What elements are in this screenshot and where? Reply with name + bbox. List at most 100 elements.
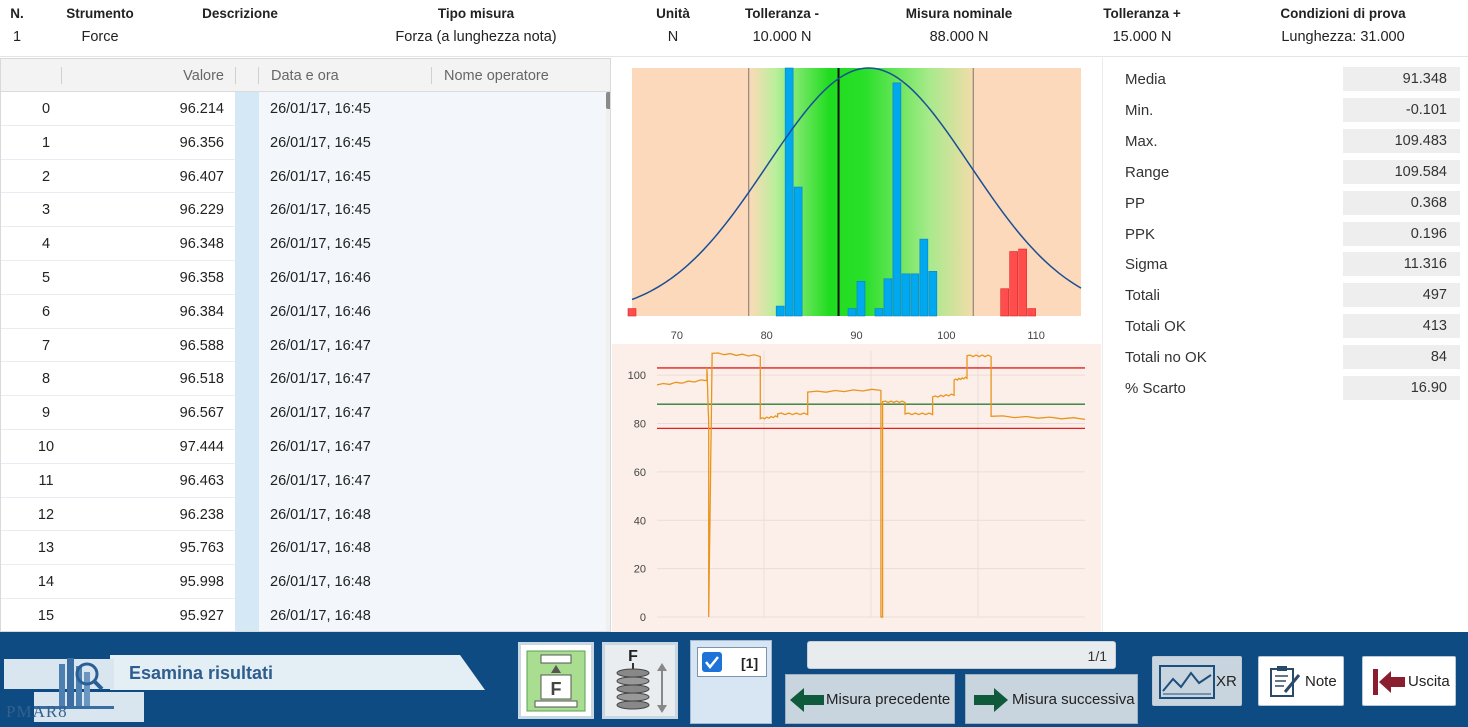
- note-button[interactable]: Note: [1258, 656, 1344, 706]
- row-status-marker: [235, 396, 259, 430]
- measure-checkbox-item[interactable]: [1]: [697, 647, 767, 677]
- run-chart-background: [612, 344, 1101, 632]
- table-row[interactable]: 5 96.358 26/01/17, 16:46: [1, 260, 606, 295]
- arrow-left-icon: [790, 688, 824, 712]
- y-tick-label: 80: [634, 419, 646, 431]
- column-header-data[interactable]: Data e ora: [271, 68, 339, 84]
- row-datetime: 26/01/17, 16:45: [259, 125, 606, 160]
- xr-chart-button[interactable]: XR: [1152, 656, 1242, 706]
- row-value: 96.384: [179, 303, 224, 320]
- stat-row: Media 91.348: [1103, 67, 1468, 93]
- header-tol-minus-label: Tolleranza -: [744, 6, 820, 21]
- row-value: 96.358: [179, 269, 224, 286]
- next-measure-label: Misura successiva: [1012, 691, 1135, 708]
- header-descrizione-label: Descrizione: [202, 6, 278, 21]
- table-row[interactable]: 3 96.229 26/01/17, 16:45: [1, 193, 606, 228]
- stat-value: 413: [1343, 314, 1460, 339]
- table-row[interactable]: 1 96.356 26/01/17, 16:45: [1, 125, 606, 160]
- row-index: 11: [38, 472, 54, 489]
- column-separator: [235, 67, 236, 84]
- stat-value: 91.348: [1343, 67, 1460, 91]
- press-icon: F: [526, 650, 586, 712]
- row-index: 8: [41, 371, 51, 388]
- stat-label: % Scarto: [1125, 380, 1186, 397]
- row-datetime: 26/01/17, 16:47: [259, 396, 606, 430]
- spring-icon: F: [616, 648, 667, 713]
- histogram-bar: [775, 305, 785, 317]
- row-index: 5: [41, 269, 51, 286]
- table-row[interactable]: 4 96.348 26/01/17, 16:45: [1, 227, 606, 261]
- table-row[interactable]: 11 96.463 26/01/17, 16:47: [1, 463, 606, 498]
- histogram-bar: [1000, 288, 1009, 317]
- column-header-valore[interactable]: Valore: [101, 68, 224, 84]
- stat-value: -0.101: [1343, 97, 1460, 122]
- row-datetime: 26/01/17, 16:48: [259, 598, 606, 631]
- stat-label: Totali no OK: [1125, 349, 1207, 367]
- stat-row: Min. -0.101: [1103, 97, 1468, 124]
- table-row[interactable]: 10 97.444 26/01/17, 16:47: [1, 429, 606, 464]
- measure-progress-bar: 1/1: [807, 641, 1116, 669]
- measure-checkbox[interactable]: [702, 652, 722, 672]
- table-row[interactable]: 7 96.588 26/01/17, 16:47: [1, 328, 606, 363]
- previous-measure-button[interactable]: Misura precedente: [785, 674, 955, 724]
- header-condizioni-value: Lunghezza: 31.000: [1281, 29, 1405, 45]
- stat-label: PPK: [1125, 225, 1156, 243]
- histogram-bar: [784, 67, 794, 317]
- table-row[interactable]: 13 95.763 26/01/17, 16:48: [1, 531, 606, 566]
- table-row[interactable]: 12 96.238 26/01/17, 16:48: [1, 497, 606, 532]
- measurements-table[interactable]: Valore Data e ora Nome operatore 0 96.214…: [0, 58, 611, 632]
- histogram-bar: [847, 308, 857, 317]
- row-datetime: 26/01/17, 16:47: [259, 362, 606, 397]
- histogram-bar: [892, 82, 902, 317]
- tolerance-band: [748, 68, 974, 316]
- table-scrollbar[interactable]: [606, 92, 610, 631]
- exit-icon: [1373, 669, 1405, 695]
- histogram-bar: [793, 186, 803, 317]
- stat-label: Totali: [1125, 287, 1161, 305]
- row-status-marker: [235, 92, 259, 126]
- row-datetime: 26/01/17, 16:48: [259, 565, 606, 599]
- press-view-button[interactable]: F: [518, 642, 594, 719]
- histogram-bar: [874, 308, 884, 317]
- table-row[interactable]: 2 96.407 26/01/17, 16:45: [1, 159, 606, 194]
- xr-chart-label: XR: [1216, 673, 1237, 690]
- table-row[interactable]: 14 95.998 26/01/17, 16:48: [1, 565, 606, 599]
- stat-row: Totali 497: [1103, 283, 1468, 309]
- header-unita-label: Unità: [656, 6, 690, 21]
- header-tipo-label: Tipo misura: [437, 6, 515, 21]
- row-value: 96.214: [179, 101, 224, 117]
- y-tick-label: 60: [634, 467, 646, 479]
- row-index: 15: [37, 607, 55, 624]
- spring-view-button[interactable]: F: [602, 642, 678, 719]
- exit-button[interactable]: Uscita: [1362, 656, 1456, 706]
- table-row[interactable]: 9 96.567 26/01/17, 16:47: [1, 396, 606, 430]
- statistics-panel: Media 91.348 Min. -0.101 Max. 109.483 Range 109…: [1102, 58, 1468, 632]
- y-tick-label: 100: [628, 370, 646, 382]
- table-row[interactable]: 15 95.927 26/01/17, 16:48: [1, 598, 606, 631]
- stat-value: 84: [1343, 345, 1460, 370]
- histogram-bar: [1009, 251, 1018, 317]
- next-measure-button[interactable]: Misura successiva: [965, 674, 1138, 724]
- header-tipo-value: Forza (a lunghezza nota): [395, 29, 557, 45]
- note-icon: [1270, 666, 1301, 697]
- exit-label: Uscita: [1408, 673, 1450, 690]
- histogram-bar: [883, 278, 893, 317]
- table-row[interactable]: 6 96.384 26/01/17, 16:46: [1, 294, 606, 329]
- column-header-operatore[interactable]: Nome operatore: [444, 68, 549, 84]
- header-nominal-label: Misura nominale: [905, 6, 1013, 21]
- header-tol-plus-label: Tolleranza +: [1103, 6, 1181, 21]
- table-row[interactable]: 0 96.214 26/01/17, 16:45: [1, 92, 606, 126]
- x-tick-label: 80: [761, 330, 773, 342]
- stat-row: PP 0.368: [1103, 190, 1468, 217]
- row-value: 96.567: [179, 405, 224, 422]
- stat-label: Min.: [1125, 101, 1154, 119]
- scrollbar-thumb[interactable]: [606, 92, 610, 109]
- header-strumento-label: Strumento: [66, 6, 134, 21]
- row-status-marker: [235, 159, 259, 194]
- row-value: 96.356: [179, 134, 224, 151]
- measure-selector-panel: [1]: [690, 640, 772, 724]
- y-tick-label: 40: [634, 515, 646, 527]
- row-value: 95.927: [179, 607, 224, 624]
- footer-bar: Esamina risultati PMAR8 F F [1] 1/1 Misu…: [0, 632, 1468, 727]
- table-row[interactable]: 8 96.518 26/01/17, 16:47: [1, 362, 606, 397]
